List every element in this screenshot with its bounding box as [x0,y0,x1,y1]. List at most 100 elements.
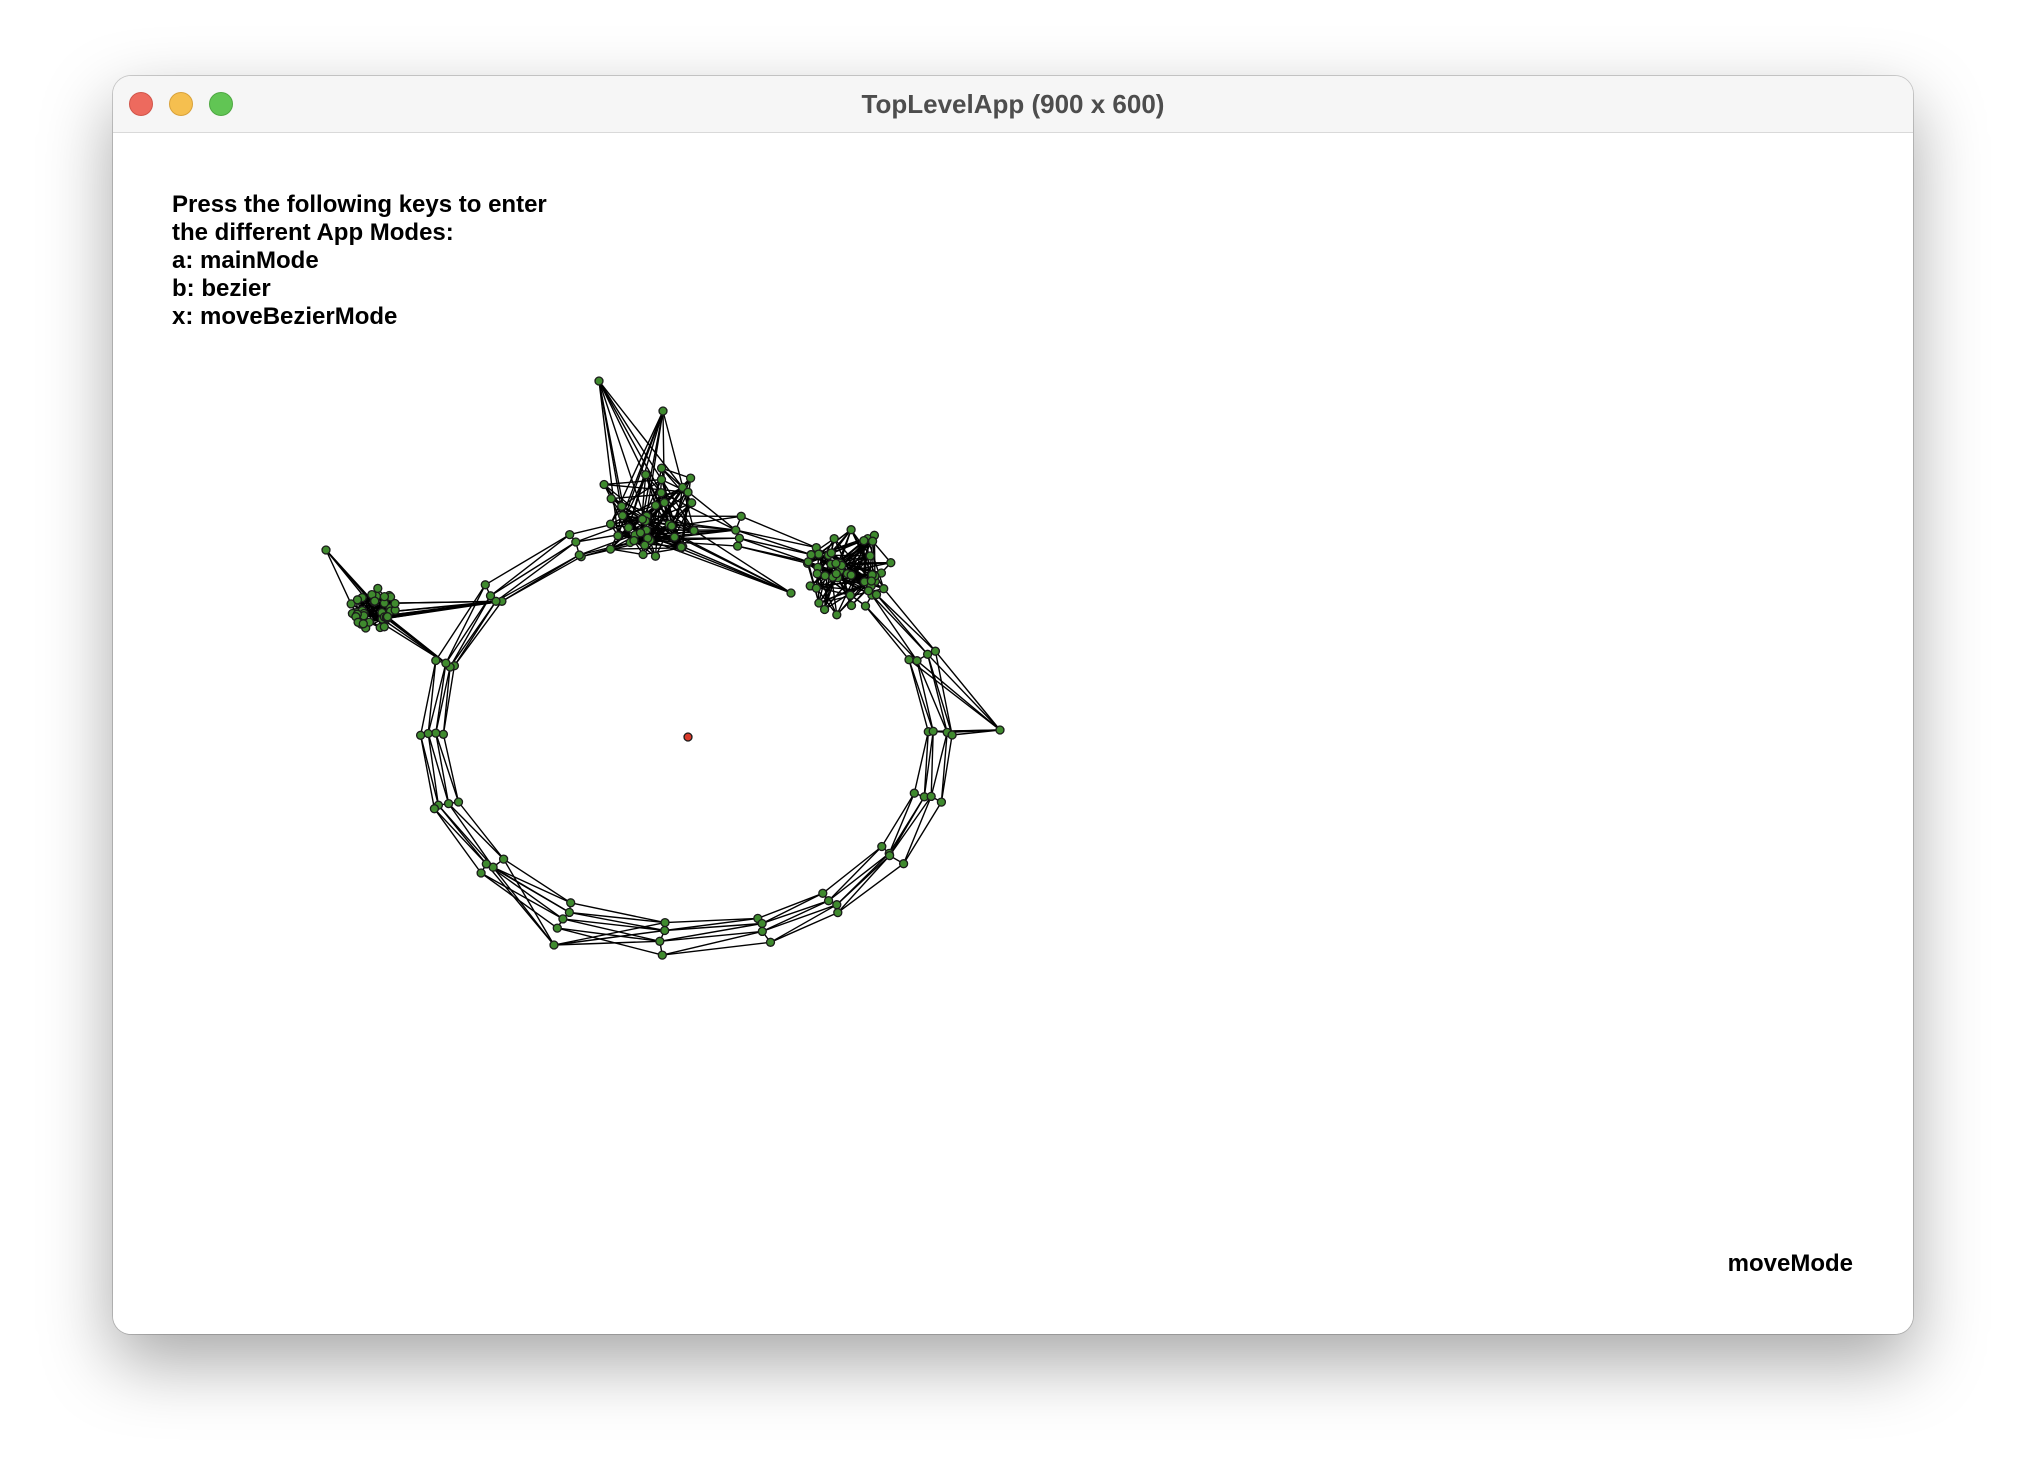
graph-node[interactable] [558,914,568,924]
graph-node[interactable] [605,519,616,529]
graph-node[interactable] [846,600,857,611]
graph-node[interactable] [823,896,834,906]
graph-node[interactable] [886,558,896,568]
graph-node[interactable] [879,584,889,594]
graph-node[interactable] [757,926,767,937]
graph-node[interactable] [571,537,581,547]
graph-node[interactable] [423,728,433,739]
graph-node[interactable] [846,570,856,580]
graph-node[interactable] [476,868,486,878]
graph-node[interactable] [832,610,842,620]
graph-node[interactable] [936,797,947,807]
graph-node[interactable] [912,656,922,666]
graph-node[interactable] [846,525,856,535]
graph-node[interactable] [866,576,877,586]
graph-node[interactable] [453,797,464,807]
graph-node[interactable] [687,498,697,508]
graph-node[interactable] [650,551,661,561]
graph-node[interactable] [926,791,936,802]
graph-node[interactable] [831,569,841,579]
graph-node[interactable] [637,514,648,524]
graph-canvas[interactable] [113,133,1913,1334]
graph-node[interactable] [833,907,843,918]
graph-node[interactable] [641,470,651,480]
graph-node[interactable] [629,535,639,546]
graph-node[interactable] [431,728,441,738]
graph-node[interactable] [826,548,836,558]
graph-node[interactable] [660,917,670,928]
graph-node[interactable] [441,658,451,668]
graph-node[interactable] [860,601,871,611]
graph-node[interactable] [549,940,559,950]
graph-node[interactable] [658,406,668,416]
graph-node[interactable] [565,529,575,540]
graph-node[interactable] [819,604,830,615]
graph-node[interactable] [623,522,634,533]
graph-node[interactable] [904,655,914,665]
graph-node[interactable] [485,591,496,601]
graph-node[interactable] [930,646,941,656]
graph-node[interactable] [884,850,895,861]
graph-node[interactable] [731,525,741,535]
graph-node[interactable] [995,725,1005,735]
graph-node[interactable] [786,588,796,598]
graph-node[interactable] [638,549,648,560]
graph-node[interactable] [845,590,855,600]
graph-node[interactable] [566,898,576,908]
graph-node[interactable] [599,479,609,490]
graph-node[interactable] [676,542,686,552]
graph-node[interactable] [818,888,828,898]
graph-node[interactable] [640,540,650,550]
graph-node[interactable] [574,550,584,560]
graph-node[interactable] [321,545,331,555]
graph-node[interactable] [480,580,490,590]
graph-node[interactable] [867,536,878,546]
graph-node[interactable] [379,591,390,602]
canvas-area[interactable]: Press the following keys to enter the di… [113,133,1913,1334]
graph-node[interactable] [358,619,368,629]
graph-node[interactable] [655,936,665,946]
graph-node[interactable] [481,859,491,869]
graph-node[interactable] [831,558,841,569]
graph-node[interactable] [683,487,693,497]
graph-node[interactable] [736,511,746,521]
graph-node[interactable] [877,841,887,852]
graph-node[interactable] [660,925,670,936]
graph-node[interactable] [871,589,882,600]
graph-node[interactable] [820,571,830,581]
graph-node[interactable] [811,583,822,593]
graph-node[interactable] [352,595,363,605]
graph-node[interactable] [564,907,575,918]
graph-node[interactable] [659,497,670,508]
graph-node[interactable] [613,531,623,541]
center-point[interactable] [683,732,693,742]
graph-node[interactable] [438,729,449,739]
graph-node[interactable] [429,804,440,814]
graph-node[interactable] [656,463,667,473]
graph-node[interactable] [617,510,628,521]
graph-node[interactable] [806,550,816,560]
graph-node[interactable] [765,937,776,947]
graph-node[interactable] [657,950,667,960]
graph-node[interactable] [370,596,380,606]
graph-node[interactable] [757,918,767,929]
graph-node[interactable] [685,473,696,483]
graph-node[interactable] [443,798,454,809]
graph-node[interactable] [379,622,389,632]
graph-node[interactable] [898,859,909,869]
graph-node[interactable] [552,923,562,933]
graph-node[interactable] [829,533,839,544]
graph-node[interactable] [415,730,426,740]
graph-node[interactable] [865,551,875,561]
graph-node[interactable] [650,500,661,511]
graph-node[interactable] [814,598,824,608]
graph-node[interactable] [656,488,666,498]
graph-node[interactable] [605,544,616,554]
graph-node[interactable] [947,730,957,740]
graph-node[interactable] [812,569,822,579]
graph-node[interactable] [732,541,743,551]
graph-node[interactable] [666,521,677,531]
graph-node[interactable] [669,532,680,542]
graph-node[interactable] [863,586,874,596]
graph-node[interactable] [656,474,667,485]
